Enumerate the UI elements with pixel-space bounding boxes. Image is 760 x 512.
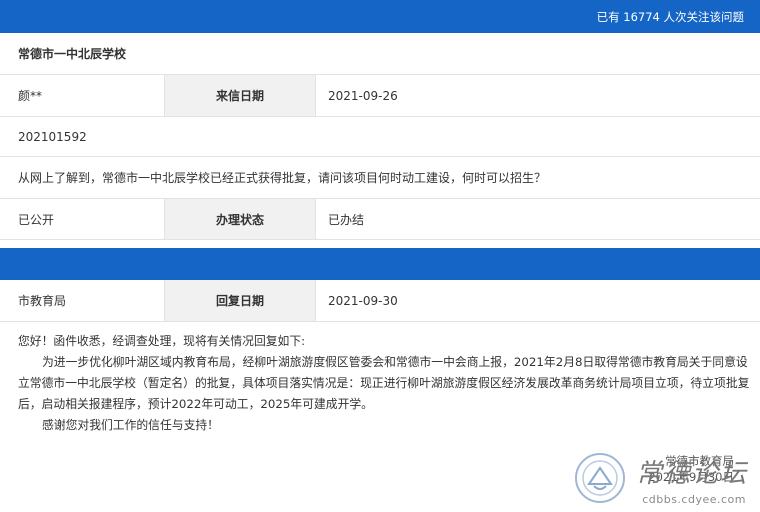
reply-date-label: 回复日期: [164, 280, 316, 321]
reply-paragraph: 为进一步优化柳叶湖区域内教育布局，经柳叶湖旅游度假区管委会和常德市一中会商上报，…: [18, 355, 750, 411]
letter-date: 2021-09-26: [328, 88, 398, 103]
watermark-title: 常德论坛: [635, 459, 748, 489]
sender-row: 颜** 来信日期 2021-09-26: [0, 75, 760, 117]
content-row: 从网上了解到，常德市一中北辰学校已经正式获得批复，请问该项目何时动工建设，何时可…: [0, 157, 760, 199]
reply-greeting: 您好！函件收悉，经调查处理，现将有关情况回复如下:: [18, 334, 306, 348]
letter-date-label: 来信日期: [164, 75, 316, 116]
status-label: 办理状态: [164, 199, 316, 239]
status-row: 已公开 办理状态 已办结: [0, 199, 760, 240]
reply-thanks: 感谢您对我们工作的信任与支持！: [42, 418, 219, 432]
forum-logo-icon: [575, 453, 625, 503]
unit-row: 常德市一中北辰学校: [0, 33, 760, 75]
watermark-url: cdbbs.cdyee.com: [642, 493, 746, 506]
letter-content: 从网上了解到，常德市一中北辰学校已经正式获得批复，请问该项目何时动工建设，何时可…: [18, 171, 547, 185]
attention-bar: 已有 16774 人次关注该问题: [0, 0, 760, 33]
letter-status: 已办结: [328, 212, 365, 227]
reply-divider-bar: [0, 248, 760, 280]
reply-date: 2021-09-30: [328, 293, 398, 308]
letter-number: 202101592: [18, 129, 87, 144]
reply-dept-row: 市教育局 回复日期 2021-09-30: [0, 280, 760, 322]
letter-visibility: 已公开: [18, 212, 55, 227]
number-row: 202101592: [0, 117, 760, 157]
letter-sender: 颜**: [18, 89, 43, 103]
reply-body: 您好！函件收悉，经调查处理，现将有关情况回复如下: 为进一步优化柳叶湖区域内教育…: [0, 322, 760, 436]
reply-department: 市教育局: [18, 294, 67, 308]
letter-unit: 常德市一中北辰学校: [18, 47, 127, 61]
attention-count: 已有 16774 人次关注该问题: [596, 9, 744, 24]
